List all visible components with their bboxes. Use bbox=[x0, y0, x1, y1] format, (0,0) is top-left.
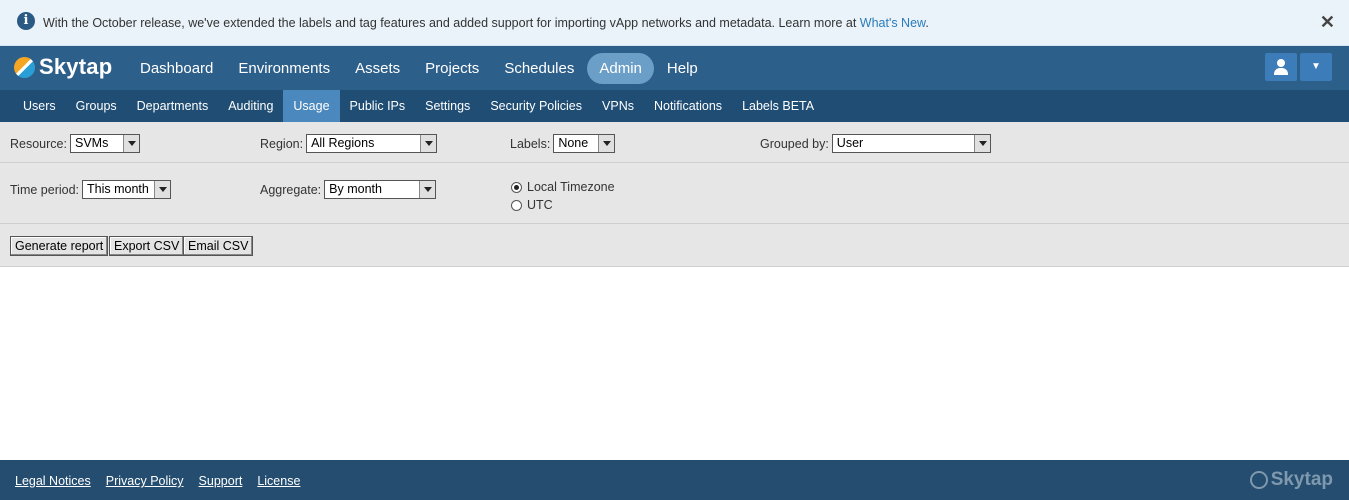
time-period-field: Time period: This month bbox=[10, 180, 172, 199]
close-icon[interactable]: ✕ bbox=[1320, 13, 1335, 31]
banner-text: With the October release, we've extended… bbox=[43, 16, 860, 30]
logo-text: Skytap bbox=[39, 54, 113, 79]
email-csv-button[interactable]: Email CSV bbox=[183, 236, 254, 256]
logo-mark-icon bbox=[14, 56, 35, 78]
nav-item-schedules[interactable]: Schedules bbox=[492, 53, 586, 84]
resource-label: Resource: bbox=[10, 136, 67, 151]
resource-select[interactable]: SVMs bbox=[69, 134, 140, 153]
action-row: Generate report Export CSV Email CSV bbox=[0, 224, 1349, 267]
labels-value: None bbox=[558, 136, 589, 150]
user-icon-head bbox=[1277, 59, 1285, 67]
footer-logo-icon bbox=[1249, 471, 1268, 489]
announcement-banner: i With the October release, we've extend… bbox=[0, 0, 1349, 46]
radio-local-timezone[interactable]: Local Timezone bbox=[511, 180, 615, 194]
account-menu-button[interactable]: ▼ bbox=[1300, 53, 1332, 81]
export-csv-button[interactable]: Export CSV bbox=[109, 236, 185, 256]
subnav-item-public-ips[interactable]: Public IPs bbox=[340, 90, 416, 122]
whats-new-link[interactable]: What's New bbox=[860, 16, 926, 30]
user-icon bbox=[1274, 68, 1288, 75]
generate-report-button[interactable]: Generate report bbox=[10, 236, 109, 256]
privacy-policy-link[interactable]: Privacy Policy bbox=[106, 474, 184, 488]
nav-item-environments[interactable]: Environments bbox=[226, 53, 342, 84]
support-link[interactable]: Support bbox=[199, 474, 243, 488]
time-period-label: Time period: bbox=[10, 182, 80, 197]
legal-notices-link[interactable]: Legal Notices bbox=[15, 474, 91, 488]
footer-brand: Skytap bbox=[1270, 469, 1333, 490]
footer-logo: Skytap bbox=[1249, 469, 1333, 491]
grouped-by-field: Grouped by: User bbox=[760, 134, 991, 153]
subnav-item-labels[interactable]: Labels BETA bbox=[732, 90, 824, 122]
region-label: Region: bbox=[260, 136, 304, 151]
resource-value: SVMs bbox=[74, 136, 109, 150]
footer: Legal Notices Privacy Policy Support Lic… bbox=[0, 460, 1349, 500]
subnav-item-auditing[interactable]: Auditing bbox=[218, 90, 283, 122]
nav-item-admin[interactable]: Admin bbox=[587, 53, 654, 84]
chevron-down-icon bbox=[598, 135, 615, 152]
banner-message: With the October release, we've extended… bbox=[43, 16, 929, 30]
admin-subnav: Users Groups Departments Auditing Usage … bbox=[0, 90, 1349, 122]
nav-item-dashboard[interactable]: Dashboard bbox=[128, 53, 225, 84]
aggregate-field: Aggregate: By month bbox=[260, 180, 437, 199]
radio-button-checked[interactable] bbox=[511, 181, 522, 193]
labels-select[interactable]: None bbox=[553, 134, 616, 153]
subnav-item-users[interactable]: Users bbox=[13, 90, 66, 122]
local-timezone-label: Local Timezone bbox=[527, 180, 615, 194]
filter-row-time: Time period: This month Aggregate: By mo… bbox=[0, 163, 1349, 224]
time-period-select[interactable]: This month bbox=[82, 180, 172, 199]
radio-button[interactable] bbox=[511, 199, 522, 211]
top-navigation: Skytap Dashboard Environments Assets Pro… bbox=[0, 46, 1349, 90]
info-icon: i bbox=[17, 12, 35, 30]
skytap-logo[interactable]: Skytap bbox=[14, 54, 112, 80]
subnav-item-groups[interactable]: Groups bbox=[66, 90, 127, 122]
chevron-down-icon bbox=[122, 135, 139, 152]
grouped-by-select[interactable]: User bbox=[831, 134, 991, 153]
main-nav: Dashboard Environments Assets Projects S… bbox=[128, 53, 711, 84]
subnav-item-departments[interactable]: Departments bbox=[127, 90, 219, 122]
nav-item-assets[interactable]: Assets bbox=[343, 53, 412, 84]
aggregate-label: Aggregate: bbox=[260, 182, 322, 197]
labels-field: Labels: None bbox=[510, 134, 616, 153]
utc-label: UTC bbox=[527, 198, 553, 212]
user-account-button[interactable] bbox=[1265, 53, 1297, 81]
radio-utc[interactable]: UTC bbox=[511, 198, 553, 212]
chevron-down-icon bbox=[420, 135, 437, 152]
nav-item-projects[interactable]: Projects bbox=[413, 53, 491, 84]
resource-field: Resource: SVMs bbox=[10, 134, 140, 153]
nav-item-help[interactable]: Help bbox=[655, 53, 710, 84]
subnav-item-usage[interactable]: Usage bbox=[283, 90, 340, 122]
filter-row-resource: Resource: SVMs Region: All Regions Label… bbox=[0, 122, 1349, 163]
grouped-by-value: User bbox=[836, 136, 864, 150]
footer-links: Legal Notices Privacy Policy Support Lic… bbox=[15, 474, 315, 488]
region-select[interactable]: All Regions bbox=[306, 134, 438, 153]
subnav-item-security-policies[interactable]: Security Policies bbox=[480, 90, 592, 122]
region-field: Region: All Regions bbox=[260, 134, 438, 153]
subnav-item-notifications[interactable]: Notifications bbox=[644, 90, 732, 122]
subnav-item-settings[interactable]: Settings bbox=[415, 90, 480, 122]
chevron-down-icon: ▼ bbox=[1311, 61, 1321, 72]
aggregate-value: By month bbox=[329, 182, 382, 196]
grouped-by-label: Grouped by: bbox=[760, 136, 829, 151]
chevron-down-icon bbox=[154, 181, 171, 198]
chevron-down-icon bbox=[973, 135, 990, 152]
labels-label: Labels: bbox=[510, 136, 551, 151]
aggregate-select[interactable]: By month bbox=[324, 180, 437, 199]
time-period-value: This month bbox=[87, 182, 149, 196]
region-value: All Regions bbox=[311, 136, 375, 150]
license-link[interactable]: License bbox=[257, 474, 300, 488]
chevron-down-icon bbox=[419, 181, 436, 198]
subnav-item-vpns[interactable]: VPNs bbox=[592, 90, 644, 122]
banner-suffix: . bbox=[925, 16, 929, 30]
